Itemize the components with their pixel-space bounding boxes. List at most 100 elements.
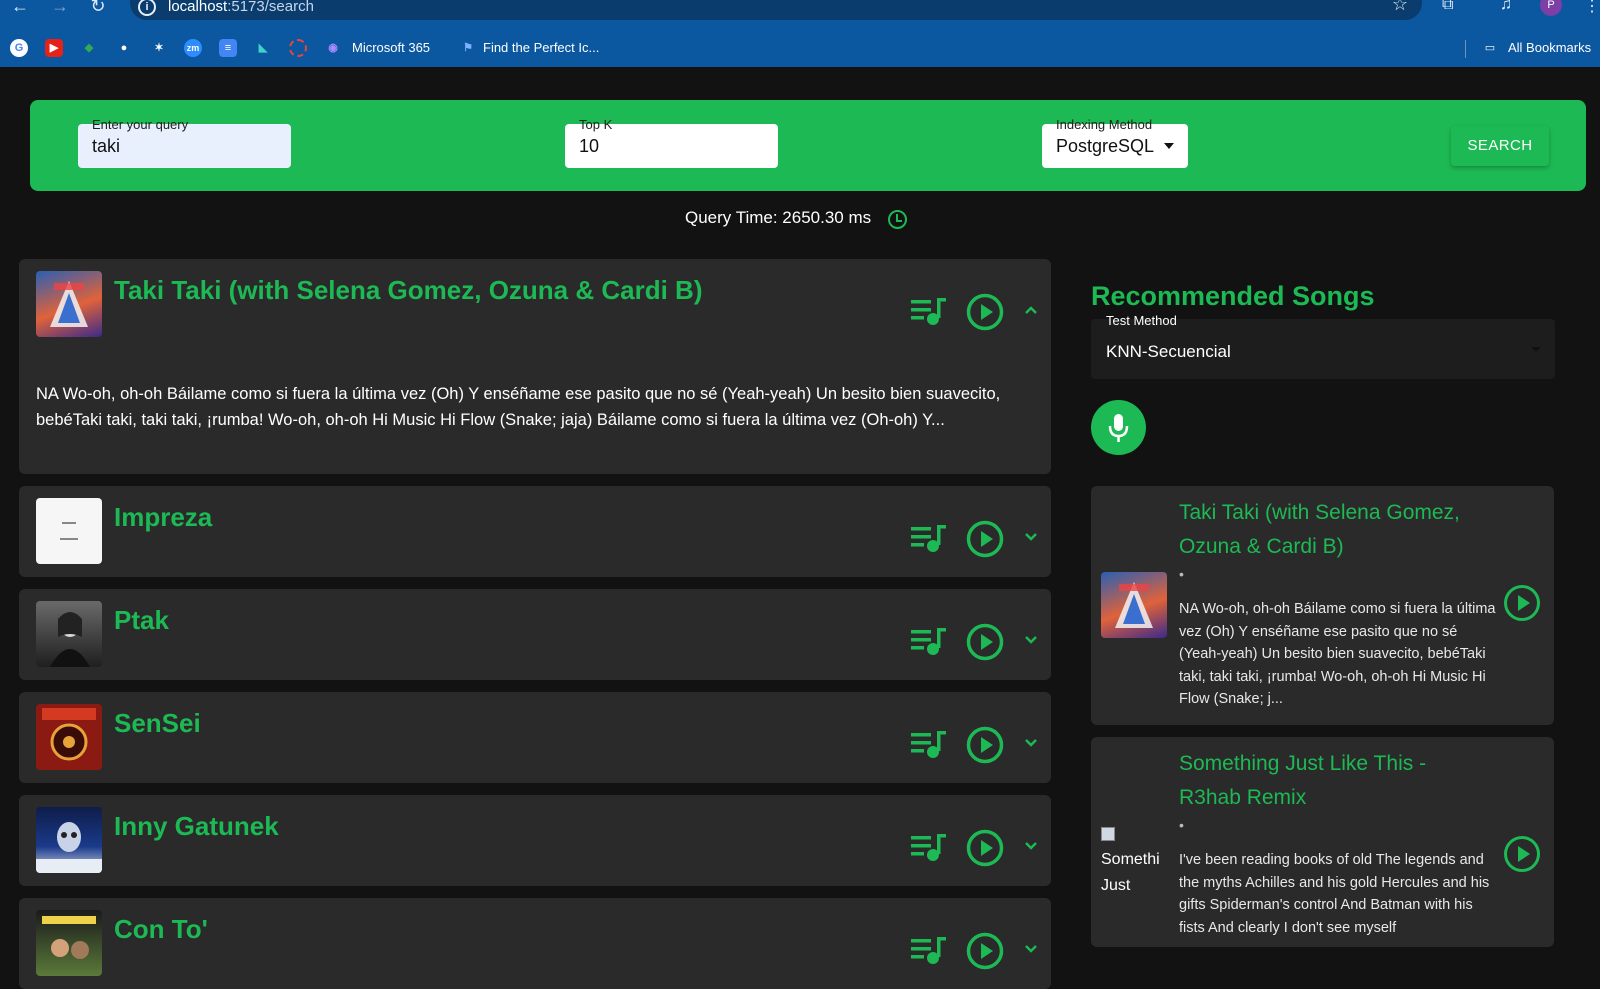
bookmark-find-perfect-icon[interactable]: Find the Perfect Ic... [483,40,599,55]
clock-icon [888,210,907,229]
profile-avatar[interactable]: P [1540,0,1562,16]
query-input[interactable]: Enter your query taki [78,117,291,168]
chevron-up-icon[interactable] [1024,303,1038,317]
browser-chrome: ← → ↻ i localhost:5173/search ☆ ⧉ ♫ P ⋮ … [0,0,1600,67]
dropdown-caret-icon [1164,143,1174,149]
add-to-playlist-icon[interactable] [911,524,947,554]
site-info-icon[interactable]: i [138,0,156,16]
play-icon[interactable] [966,623,1004,661]
reload-icon[interactable]: ↻ [86,0,110,18]
chevron-down-icon[interactable] [1024,633,1038,647]
album-cover [1101,572,1167,638]
topk-value[interactable]: 10 [579,136,599,157]
zoom-icon[interactable]: zm [184,39,202,57]
browser-toolbar: ← → ↻ i localhost:5173/search ☆ ⧉ ♫ P ⋮ [0,0,1600,24]
add-to-playlist-icon[interactable] [911,627,947,657]
topk-input[interactable]: Top K 10 [565,117,778,168]
play-icon[interactable] [966,293,1004,331]
song-title: Ptak [114,605,169,635]
recommended-song-title: Taki Taki (with Selena Gomez, Ozuna & Ca… [1179,501,1460,558]
song-title: Impreza [114,502,213,532]
extensions-icon[interactable]: ⧉ [1442,0,1453,14]
indexing-method-label: Indexing Method [1056,117,1153,132]
broken-image-icon [1101,826,1115,841]
indexing-method-value: PostgreSQL [1056,136,1155,156]
docs-icon[interactable]: ≡ [219,39,237,57]
jetbrains-icon[interactable]: ◣ [254,39,272,57]
bookmark-star-icon[interactable]: ☆ [1392,0,1408,15]
bullet-separator: • [1179,566,1184,582]
query-label: Enter your query [92,117,189,132]
test-method-label: Test Method [1106,313,1177,328]
indexing-method-select[interactable]: Indexing Method PostgreSQL [1042,117,1188,168]
play-icon[interactable] [966,932,1004,970]
chevron-down-icon[interactable] [1024,942,1038,956]
bullet-separator: • [1179,817,1184,833]
google-icon[interactable]: G [10,39,28,57]
search-panel: Enter your query taki Top K 10 Indexing … [30,100,1586,191]
url-text: localhost:5173/search [168,0,314,15]
chevron-down-icon[interactable] [1024,736,1038,750]
broken-image-alt: Somethi Just [1101,821,1171,899]
media-control-icon[interactable]: ♫ [1500,0,1512,14]
add-to-playlist-icon[interactable] [911,297,947,327]
recommended-heading: Recommended Songs [1091,281,1375,311]
result-item[interactable]: Taki Taki (with Selena Gomez, Ozuna & Ca… [19,259,1051,474]
chevron-down-icon[interactable] [1024,530,1038,544]
microphone-icon [1108,414,1129,442]
maps-icon[interactable]: ◆ [80,39,98,57]
microphone-button[interactable] [1091,400,1146,455]
bookmarks-bar: G ▶ ◆ ● ✶ zm ≡ ◣ ◉ Microsoft 365 ⚑ Find … [0,34,1600,64]
github-icon[interactable]: ● [115,39,133,57]
result-item[interactable]: Impreza [19,486,1051,577]
chevron-down-icon[interactable] [1024,839,1038,853]
circle-app-icon[interactable] [289,39,307,57]
query-time: Query Time: 2650.30 ms [685,208,872,227]
address-bar[interactable]: i localhost:5173/search ☆ [130,0,1422,20]
add-to-playlist-icon[interactable] [911,936,947,966]
bookmark-microsoft-365[interactable]: Microsoft 365 [352,40,430,55]
query-value[interactable]: taki [92,136,120,157]
menu-kebab-icon[interactable]: ⋮ [1584,0,1600,16]
album-cover [36,704,102,770]
all-bookmarks[interactable]: All Bookmarks [1508,40,1591,55]
back-icon[interactable]: ← [8,0,32,18]
play-icon[interactable] [966,726,1004,764]
topk-label: Top K [579,117,613,132]
play-icon[interactable] [966,520,1004,558]
result-item[interactable]: Ptak [19,589,1051,680]
test-method-value: KNN-Secuencial [1106,342,1231,361]
play-icon[interactable] [1503,584,1541,622]
song-title: Inny Gatunek [114,811,279,841]
test-method-select[interactable]: Test Method KNN-Secuencial [1091,313,1555,379]
result-item[interactable]: Con To' [19,898,1051,989]
add-to-playlist-icon[interactable] [911,730,947,760]
recommended-song-lyrics: NA Wo-oh, oh-oh Báilame como si fuera la… [1179,601,1496,707]
recommended-song-lyrics: I've been reading books of old The legen… [1179,852,1490,936]
album-cover [36,271,102,337]
search-button[interactable]: SEARCH [1451,126,1549,166]
album-cover [36,601,102,667]
bookmark-app-icon[interactable]: ✶ [150,39,168,57]
song-title: SenSei [114,708,201,738]
forward-icon[interactable]: → [48,0,72,18]
song-lyrics: NA Wo-oh, oh-oh Báilame como si fuera la… [36,385,1001,429]
youtube-icon[interactable]: ▶ [45,39,63,57]
flag-icon[interactable]: ⚑ [459,39,477,57]
play-icon[interactable] [1503,835,1541,873]
song-title: Taki Taki (with Selena Gomez, Ozuna & Ca… [114,275,703,305]
result-item[interactable]: Inny Gatunek [19,795,1051,886]
add-to-playlist-icon[interactable] [911,833,947,863]
recommended-song-title: Something Just Like This - R3hab Remix [1179,752,1427,809]
album-cover [36,807,102,873]
recommended-song-card[interactable]: Somethi Just Something Just Like This - … [1091,737,1554,947]
folder-icon[interactable]: ▭ [1481,39,1499,57]
album-cover [36,910,102,976]
page-content: Enter your query taki Top K 10 Indexing … [0,67,1600,989]
play-icon[interactable] [966,829,1004,867]
song-title: Con To' [114,914,208,944]
recommended-song-card[interactable]: Taki Taki (with Selena Gomez, Ozuna & Ca… [1091,486,1554,725]
album-cover [36,498,102,564]
result-item[interactable]: SenSei [19,692,1051,783]
copilot-icon[interactable]: ◉ [324,39,342,57]
